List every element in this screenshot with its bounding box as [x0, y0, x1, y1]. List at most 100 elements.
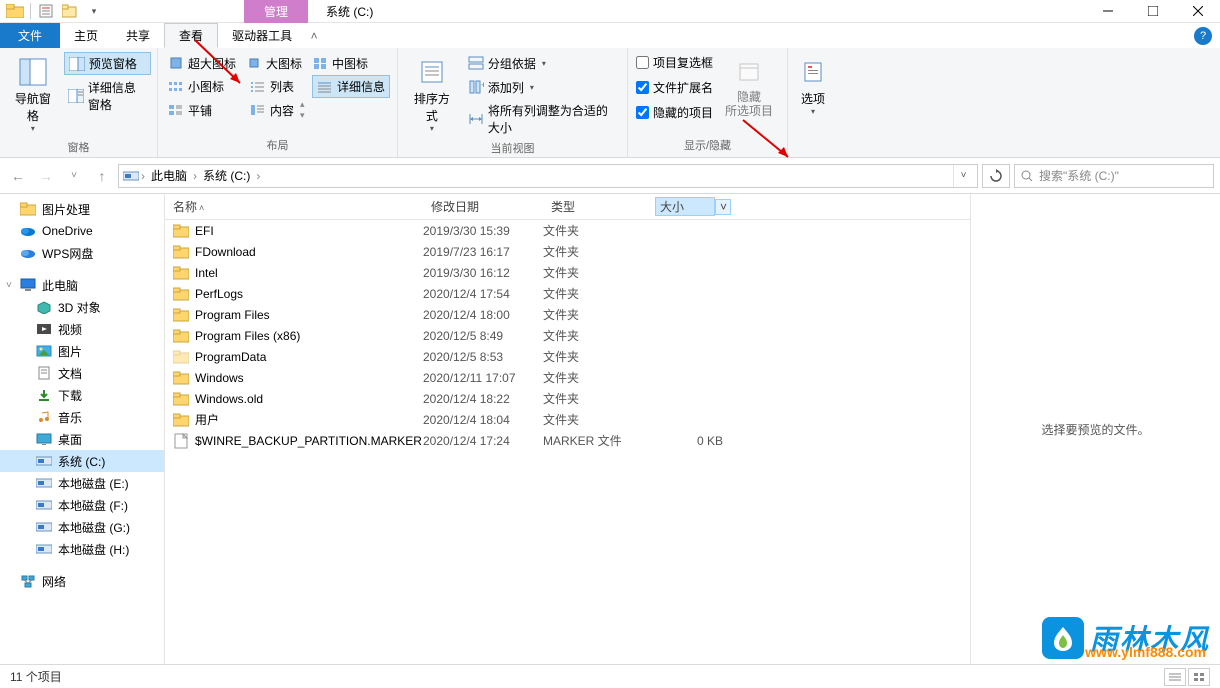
add-columns-button[interactable]: +添加列▾	[464, 76, 621, 98]
table-row[interactable]: Program Files2020/12/4 18:00文件夹	[165, 304, 970, 325]
table-row[interactable]: FDownload2019/7/23 16:17文件夹	[165, 241, 970, 262]
sidebar-item[interactable]: WPS网盘	[0, 242, 164, 264]
table-row[interactable]: Windows.old2020/12/4 18:22文件夹	[165, 388, 970, 409]
sidebar-item[interactable]: 本地磁盘 (F:)	[0, 494, 164, 516]
up-button[interactable]: ↑	[90, 164, 114, 188]
table-row[interactable]: PerfLogs2020/12/4 17:54文件夹	[165, 283, 970, 304]
file-date: 2020/12/4 17:24	[423, 434, 543, 448]
address-dropdown-icon[interactable]: ˅	[953, 165, 973, 187]
layout-medium-button[interactable]: 中图标	[308, 52, 372, 74]
breadcrumb-sep-icon[interactable]: ›	[193, 169, 197, 183]
folder-icon	[4, 0, 26, 22]
table-row[interactable]: Intel2019/3/30 16:12文件夹	[165, 262, 970, 283]
table-row[interactable]: 用户2020/12/4 18:04文件夹	[165, 409, 970, 430]
view-details-toggle[interactable]	[1164, 668, 1186, 686]
ribbon-tabs: 文件 主页 共享 查看 驱动器工具 ˄ ?	[0, 23, 1220, 48]
file-extensions-checkbox[interactable]: 文件扩展名	[634, 77, 715, 98]
column-size-dropdown-icon[interactable]: ˅	[715, 199, 731, 215]
breadcrumb-this-pc[interactable]: 此电脑	[147, 167, 191, 184]
ribbon: 导航窗格 ▾ 预览窗格 详细信息窗格 窗格 超大图标 大图标 中图标	[0, 48, 1220, 158]
tab-home[interactable]: 主页	[60, 23, 112, 48]
table-row[interactable]: Windows2020/12/11 17:07文件夹	[165, 367, 970, 388]
table-row[interactable]: Program Files (x86)2020/12/5 8:49文件夹	[165, 325, 970, 346]
hidden-items-checkbox[interactable]: 隐藏的项目	[634, 102, 715, 123]
hide-selected-button[interactable]: 隐藏所选项目	[719, 52, 779, 123]
tab-file[interactable]: 文件	[0, 23, 60, 48]
file-type: 文件夹	[543, 348, 653, 365]
table-row[interactable]: EFI2019/3/30 15:39文件夹	[165, 220, 970, 241]
breadcrumb-drive[interactable]: 系统 (C:)	[199, 167, 254, 184]
maximize-button[interactable]	[1130, 0, 1175, 23]
breadcrumb-sep-icon[interactable]: ›	[141, 169, 145, 183]
forward-button[interactable]: →	[34, 164, 58, 188]
nav-pane-icon	[17, 56, 49, 88]
back-button[interactable]: ←	[6, 164, 30, 188]
size-all-columns-button[interactable]: 将所有列调整为合适的大小	[464, 100, 621, 138]
new-folder-icon[interactable]	[59, 0, 81, 22]
drive-icon	[36, 453, 52, 469]
sort-by-button[interactable]: 排序方式 ▾	[404, 52, 460, 137]
expand-icon[interactable]: ˅	[6, 280, 12, 291]
layout-large-button[interactable]: 大图标	[242, 52, 306, 74]
options-button[interactable]: 选项 ▾	[791, 52, 835, 120]
group-by-button[interactable]: 分组依据▾	[464, 52, 621, 74]
column-name[interactable]: 名称˄	[165, 198, 423, 215]
view-large-toggle[interactable]	[1188, 668, 1210, 686]
details-pane-button[interactable]: 详细信息窗格	[64, 77, 151, 115]
file-type: 文件夹	[543, 243, 653, 260]
minimize-button[interactable]	[1085, 0, 1130, 23]
layout-details-button[interactable]: 详细信息	[312, 75, 390, 98]
sidebar-item[interactable]: OneDrive	[0, 220, 164, 242]
sidebar-item-label: 此电脑	[42, 277, 78, 294]
sidebar-item[interactable]: 音乐	[0, 406, 164, 428]
close-button[interactable]	[1175, 0, 1220, 23]
layout-tiles-button[interactable]: 平铺	[164, 99, 216, 121]
table-row[interactable]: ProgramData2020/12/5 8:53文件夹	[165, 346, 970, 367]
column-date[interactable]: 修改日期	[423, 198, 543, 215]
ribbon-expand-icon[interactable]: ˄	[306, 23, 322, 48]
address-bar[interactable]: › 此电脑 › 系统 (C:) › ˅	[118, 164, 978, 188]
layout-scroll-down-icon[interactable]: ▾	[300, 110, 305, 121]
sidebar-item[interactable]: 文档	[0, 362, 164, 384]
sidebar-item[interactable]: 下载	[0, 384, 164, 406]
column-type[interactable]: 类型	[543, 198, 655, 215]
help-icon[interactable]: ?	[1194, 27, 1212, 45]
file-name: EFI	[195, 224, 214, 238]
sidebar-item[interactable]: 系统 (C:)	[0, 450, 164, 472]
tab-share[interactable]: 共享	[112, 23, 164, 48]
sidebar-item[interactable]: 桌面	[0, 428, 164, 450]
sidebar-item[interactable]: 图片	[0, 340, 164, 362]
layout-scroll-up-icon[interactable]: ▴	[300, 99, 305, 110]
layout-list-button[interactable]: 列表	[246, 75, 298, 98]
column-headers: 名称˄ 修改日期 类型 大小 ˅	[165, 194, 970, 220]
sidebar-item[interactable]: 本地磁盘 (H:)	[0, 538, 164, 560]
file-icon	[173, 433, 189, 449]
sidebar-item[interactable]: 本地磁盘 (G:)	[0, 516, 164, 538]
recent-locations-button[interactable]: ˅	[62, 164, 86, 188]
navigation-bar: ← → ˅ ↑ › 此电脑 › 系统 (C:) › ˅ 搜索"系统 (C:)"	[0, 158, 1220, 194]
folder-icon	[173, 391, 189, 407]
nav-pane-button[interactable]: 导航窗格 ▾	[6, 52, 60, 137]
item-checkboxes-checkbox[interactable]: 项目复选框	[634, 52, 715, 73]
qat-dropdown-icon[interactable]: ▾	[83, 0, 105, 22]
preview-pane-button[interactable]: 预览窗格	[64, 52, 151, 75]
sidebar-item[interactable]: ˅ 此电脑	[0, 274, 164, 296]
sidebar-item[interactable]: 图片处理	[0, 198, 164, 220]
file-type: 文件夹	[543, 411, 653, 428]
refresh-button[interactable]	[982, 164, 1010, 188]
layout-content-button[interactable]: 内容	[246, 99, 298, 121]
file-name: Windows	[195, 371, 244, 385]
sidebar-item[interactable]: 3D 对象	[0, 296, 164, 318]
properties-icon[interactable]	[35, 0, 57, 22]
details-pane-label: 详细信息窗格	[88, 79, 147, 113]
table-row[interactable]: $WINRE_BACKUP_PARTITION.MARKER2020/12/4 …	[165, 430, 970, 451]
contextual-tab-manage[interactable]: 管理	[244, 0, 308, 23]
sidebar-item[interactable]: 视频	[0, 318, 164, 340]
sidebar-item[interactable]: 网络	[0, 570, 164, 592]
breadcrumb-sep-icon[interactable]: ›	[256, 169, 260, 183]
search-input[interactable]: 搜索"系统 (C:)"	[1014, 164, 1214, 188]
column-size[interactable]: 大小	[655, 197, 715, 216]
sort-by-icon	[416, 56, 448, 88]
sidebar-item-label: 桌面	[58, 431, 82, 448]
sidebar-item[interactable]: 本地磁盘 (E:)	[0, 472, 164, 494]
